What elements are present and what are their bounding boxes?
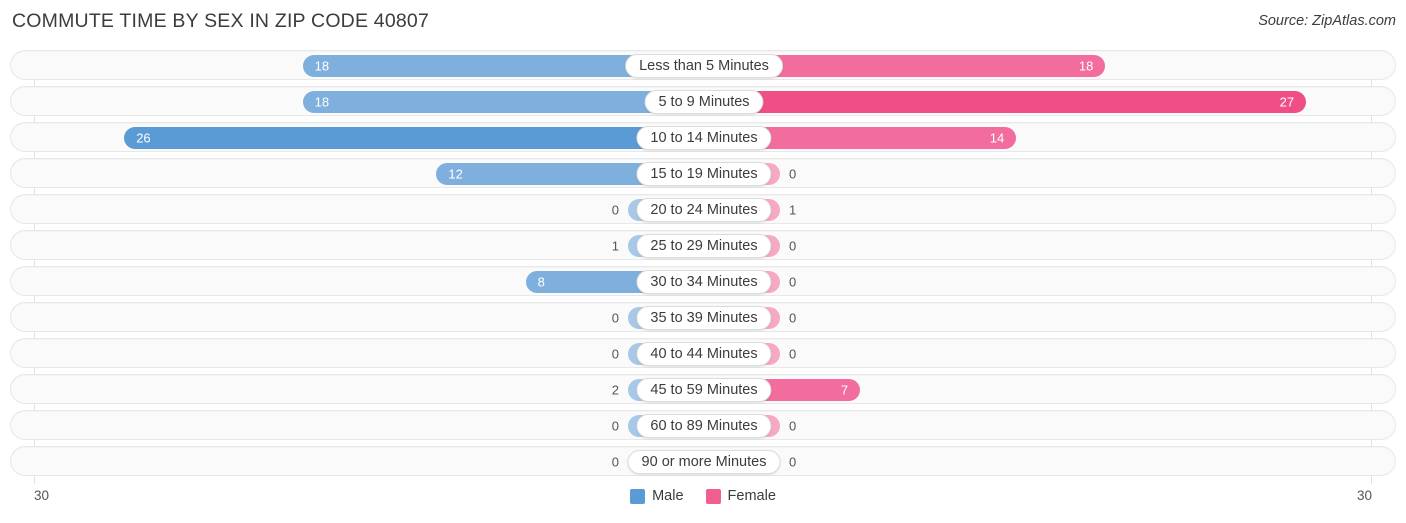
chart-row: 0 0 90 or more Minutes xyxy=(10,446,1396,476)
chart-row: 18 27 5 to 9 Minutes xyxy=(10,86,1396,116)
female-bar[interactable]: 27 xyxy=(704,91,1307,113)
legend-label: Male xyxy=(652,488,684,504)
category-label-pill: 25 to 29 Minutes xyxy=(636,234,772,258)
female-value-label: 1 xyxy=(789,202,797,218)
category-label-pill: 35 to 39 Minutes xyxy=(636,306,772,330)
bar-pair: 18 27 5 to 9 Minutes xyxy=(11,87,1397,117)
category-label-pill: 40 to 44 Minutes xyxy=(636,342,772,366)
female-value-label: 0 xyxy=(789,418,797,434)
legend-swatch-icon xyxy=(705,488,721,504)
category-label-pill: 45 to 59 Minutes xyxy=(636,378,772,402)
male-value-label: 12 xyxy=(448,166,463,182)
female-value-label: 18 xyxy=(1078,58,1094,74)
bar-pair: 18 18 Less than 5 Minutes xyxy=(11,51,1397,81)
category-label-pill: Less than 5 Minutes xyxy=(625,54,783,78)
male-value-label: 0 xyxy=(611,418,619,434)
chart-row: 0 0 40 to 44 Minutes xyxy=(10,338,1396,368)
chart-row: 1 0 25 to 29 Minutes xyxy=(10,230,1396,260)
female-value-label: 0 xyxy=(789,274,797,290)
chart-row: 0 0 35 to 39 Minutes xyxy=(10,302,1396,332)
source-attribution: Source: ZipAtlas.com xyxy=(1258,13,1396,29)
male-value-label: 8 xyxy=(537,274,545,290)
bar-pair: 26 14 10 to 14 Minutes xyxy=(11,123,1397,153)
chart-plot-area: 18 18 Less than 5 Minutes 18 27 5 to 9 Minute… xyxy=(10,50,1396,484)
chart-row: 18 18 Less than 5 Minutes xyxy=(10,50,1396,80)
male-value-label: 0 xyxy=(611,202,619,218)
female-value-label: 0 xyxy=(789,346,797,362)
category-label-pill: 10 to 14 Minutes xyxy=(636,126,772,150)
chart-row: 2 7 45 to 59 Minutes xyxy=(10,374,1396,404)
chart-row: 26 14 10 to 14 Minutes xyxy=(10,122,1396,152)
bar-pair: 1 0 25 to 29 Minutes xyxy=(11,231,1397,261)
category-label-pill: 90 or more Minutes xyxy=(627,450,781,474)
bar-pair: 0 1 20 to 24 Minutes xyxy=(11,195,1397,225)
male-value-label: 0 xyxy=(611,310,619,326)
page-title: COMMUTE TIME BY SEX IN ZIP CODE 40807 xyxy=(12,10,430,32)
category-label-pill: 30 to 34 Minutes xyxy=(636,270,772,294)
bar-pair: 8 0 30 to 34 Minutes xyxy=(11,267,1397,297)
male-value-label: 26 xyxy=(136,130,151,146)
female-value-label: 0 xyxy=(789,310,797,326)
male-value-label: 18 xyxy=(314,94,330,110)
legend-label: Female xyxy=(727,488,776,504)
female-value-label: 7 xyxy=(840,382,849,398)
male-value-label: 0 xyxy=(611,454,619,470)
female-value-label: 27 xyxy=(1279,94,1295,110)
bar-pair: 0 0 40 to 44 Minutes xyxy=(11,339,1397,369)
female-value-label: 0 xyxy=(789,454,797,470)
chart-row: 0 0 60 to 89 Minutes xyxy=(10,410,1396,440)
chart-row: 8 0 30 to 34 Minutes xyxy=(10,266,1396,296)
chart-row: 12 0 15 to 19 Minutes xyxy=(10,158,1396,188)
female-value-label: 0 xyxy=(789,166,797,182)
bar-pair: 0 0 90 or more Minutes xyxy=(11,447,1397,477)
bar-pair: 2 7 45 to 59 Minutes xyxy=(11,375,1397,405)
chart-row: 0 1 20 to 24 Minutes xyxy=(10,194,1396,224)
female-value-label: 14 xyxy=(989,130,1005,146)
male-value-label: 0 xyxy=(611,346,619,362)
male-value-label: 18 xyxy=(314,58,330,74)
category-label-pill: 5 to 9 Minutes xyxy=(644,90,764,114)
bar-pair: 12 0 15 to 19 Minutes xyxy=(11,159,1397,189)
legend-swatch-icon xyxy=(630,488,646,504)
legend-item-female[interactable]: Female xyxy=(705,488,776,504)
legend-item-male[interactable]: Male xyxy=(630,488,684,504)
male-value-label: 1 xyxy=(611,238,619,254)
commute-time-chart: COMMUTE TIME BY SEX IN ZIP CODE 40807 So… xyxy=(0,0,1406,523)
male-bar[interactable]: 26 xyxy=(124,127,704,149)
category-label-pill: 60 to 89 Minutes xyxy=(636,414,772,438)
bar-pair: 0 0 60 to 89 Minutes xyxy=(11,411,1397,441)
bar-pair: 0 0 35 to 39 Minutes xyxy=(11,303,1397,333)
category-label-pill: 20 to 24 Minutes xyxy=(636,198,772,222)
chart-legend: Male Female xyxy=(0,488,1406,504)
category-label-pill: 15 to 19 Minutes xyxy=(636,162,772,186)
female-value-label: 0 xyxy=(789,238,797,254)
male-value-label: 2 xyxy=(611,382,619,398)
